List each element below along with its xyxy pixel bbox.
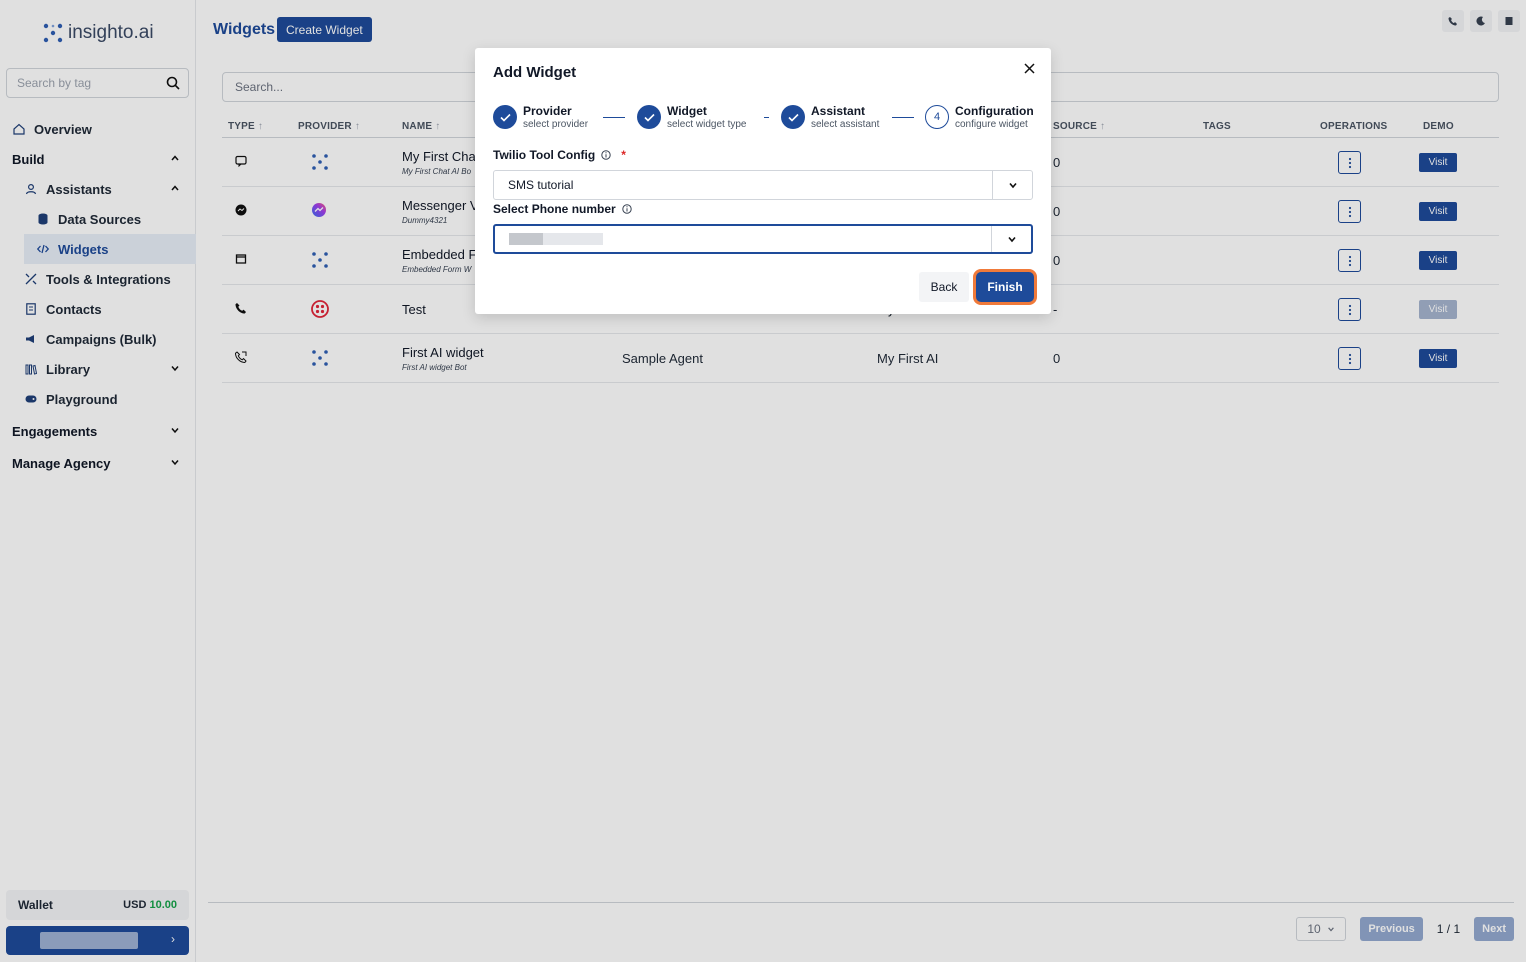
step-connector	[764, 117, 769, 118]
check-icon	[637, 105, 661, 129]
dialog-title: Add Widget	[493, 64, 577, 81]
step-title: Widget	[667, 104, 707, 118]
dropdown-toggle[interactable]	[992, 171, 1032, 199]
add-widget-dialog: Add Widget Provider select provider Widge…	[475, 48, 1051, 314]
step-subtitle: configure widget	[955, 119, 1028, 130]
step-provider[interactable]: Provider select provider	[493, 104, 588, 132]
check-icon	[781, 105, 805, 129]
step-title: Configuration	[955, 104, 1034, 118]
wizard-steps: Provider select provider Widget select wid…	[493, 104, 1038, 134]
step-connector	[892, 117, 914, 118]
step-assistant[interactable]: Assistant select assistant	[781, 104, 879, 132]
info-icon[interactable]	[622, 204, 632, 214]
phone-number-label-text: Select Phone number	[493, 202, 616, 216]
step-number: 4	[925, 105, 949, 129]
step-subtitle: select assistant	[811, 119, 880, 130]
phone-number-select[interactable]	[493, 224, 1033, 254]
phone-number-label: Select Phone number	[493, 202, 632, 216]
info-icon[interactable]	[601, 150, 611, 160]
close-icon	[1023, 62, 1035, 74]
step-configuration[interactable]: 4 Configuration configure widget	[925, 104, 1034, 132]
finish-button[interactable]: Finish	[976, 272, 1034, 302]
step-title: Assistant	[811, 104, 866, 118]
step-widget[interactable]: Widget select widget type	[637, 104, 747, 132]
step-connector	[603, 117, 625, 118]
close-button[interactable]	[1021, 60, 1037, 76]
dropdown-toggle[interactable]	[991, 226, 1031, 252]
twilio-config-label-text: Twilio Tool Config	[493, 148, 596, 162]
redacted-phone-number	[509, 233, 603, 245]
back-button[interactable]: Back	[919, 272, 969, 302]
step-subtitle: select provider	[523, 119, 589, 130]
chevron-down-icon	[1007, 236, 1016, 243]
chevron-down-icon	[1008, 182, 1017, 189]
required-marker: *	[621, 148, 626, 162]
step-subtitle: select widget type	[667, 119, 747, 130]
twilio-config-select[interactable]: SMS tutorial	[493, 170, 1033, 200]
twilio-config-value: SMS tutorial	[508, 178, 574, 192]
twilio-config-label: Twilio Tool Config *	[493, 148, 626, 162]
step-title: Provider	[523, 104, 572, 118]
check-icon	[493, 105, 517, 129]
